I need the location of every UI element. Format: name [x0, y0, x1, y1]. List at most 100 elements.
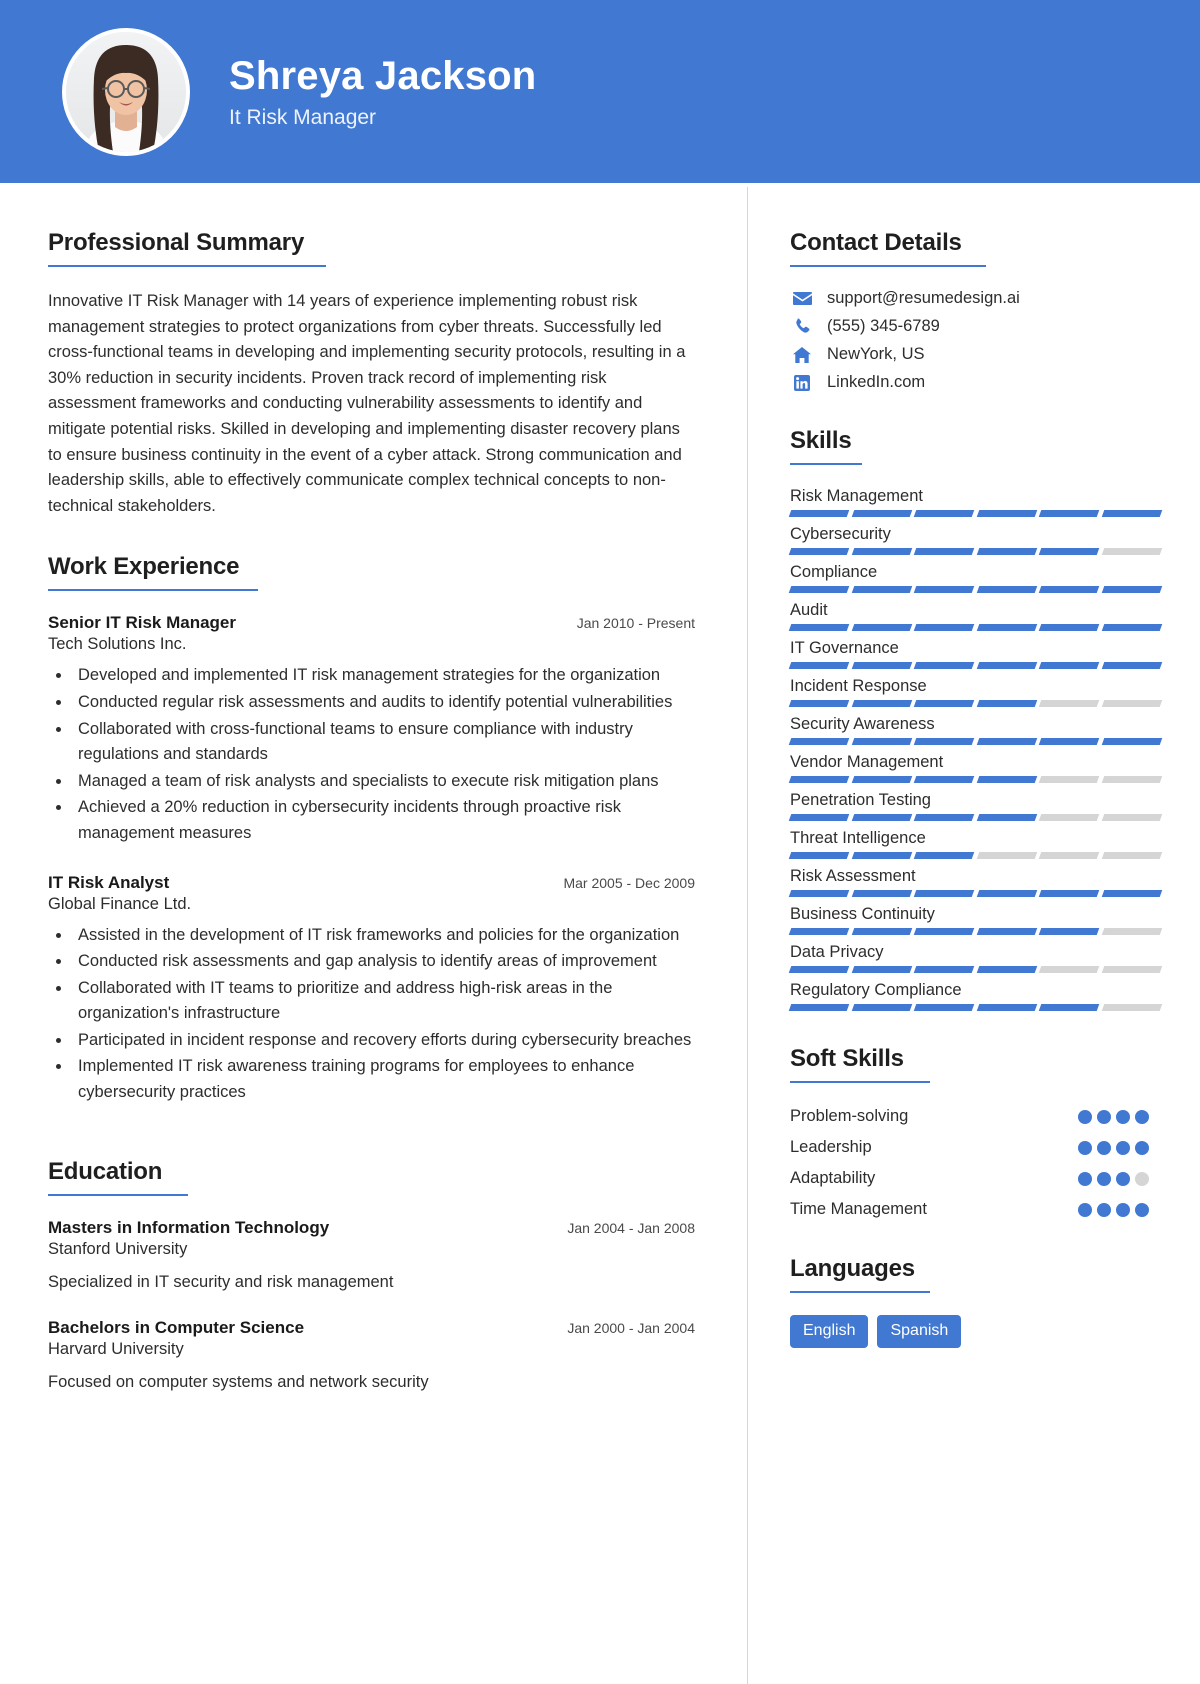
work-organization: Global Finance Ltd. — [48, 894, 192, 913]
skill-name: Cybersecurity — [790, 525, 891, 543]
education-note: Focused on computer systems and network … — [48, 1372, 429, 1391]
education-date: Jan 2004 - Jan 2008 — [567, 1219, 695, 1236]
skill-bar-segment — [851, 1004, 912, 1011]
skill-name: Risk Assessment — [790, 867, 916, 885]
skill-item: Penetration Testing — [788, 791, 1162, 821]
contact-row[interactable]: support@resumedesign.ai — [790, 289, 1160, 308]
work-entry-header: IT Risk Analyst Mar 2005 - Dec 2009 — [48, 873, 695, 893]
skill-bar-segment — [913, 776, 974, 783]
soft-skill-row: Leadership — [790, 1136, 1160, 1158]
skill-bar-segment — [788, 624, 849, 631]
section-title-contact: Contact Details — [790, 229, 962, 256]
professional-summary-section: Professional Summary Innovative IT Risk … — [48, 229, 695, 519]
envelope-icon — [790, 291, 814, 306]
rating-dot — [1135, 1110, 1149, 1124]
soft-skills-list: Problem-solving Leadership Adaptability Tim… — [790, 1105, 1160, 1220]
section-title-summary: Professional Summary — [48, 229, 305, 256]
linkedin-icon — [790, 374, 814, 391]
skill-bar-segment — [913, 966, 974, 973]
section-title-skills: Skills — [790, 427, 852, 454]
avatar — [62, 27, 190, 156]
skill-name: Business Continuity — [790, 905, 935, 923]
soft-skill-rating — [1078, 1136, 1160, 1155]
skill-level-bar — [788, 738, 1162, 745]
skill-bar-segment — [1101, 814, 1162, 821]
contact-row[interactable]: NewYork, US — [790, 345, 1160, 364]
work-bullet: Conducted regular risk assessments and a… — [72, 690, 695, 716]
skill-bar-segment — [976, 624, 1037, 631]
soft-skill-rating — [1078, 1198, 1160, 1217]
section-title-soft-skills: Soft Skills — [790, 1045, 904, 1072]
skill-name: IT Governance — [790, 639, 899, 657]
skill-bar-segment — [1038, 548, 1099, 555]
skill-item: Threat Intelligence — [788, 829, 1162, 859]
skill-item: Risk Management — [788, 487, 1162, 517]
skill-item: Incident Response — [788, 677, 1162, 707]
soft-skill-name: Time Management — [790, 1200, 927, 1218]
skill-bar-segment — [913, 814, 974, 821]
skill-bar-segment — [1038, 776, 1099, 783]
skill-bar-segment — [851, 814, 912, 821]
section-rule — [48, 589, 258, 592]
skill-item: Audit — [788, 601, 1162, 631]
section-rule — [790, 1291, 930, 1293]
skill-item: Business Continuity — [788, 905, 1162, 935]
skill-bar-segment — [976, 662, 1037, 669]
skill-level-bar — [788, 928, 1162, 935]
skill-bar-segment — [1038, 966, 1099, 973]
skill-bar-segment — [851, 662, 912, 669]
skill-level-bar — [788, 1004, 1162, 1011]
skill-bar-segment — [851, 966, 912, 973]
skill-bar-segment — [1038, 852, 1099, 859]
skill-name: Audit — [790, 601, 828, 619]
education-school: Harvard University — [48, 1339, 184, 1358]
skill-bar-segment — [913, 928, 974, 935]
rating-dot — [1135, 1203, 1149, 1217]
skill-item: Regulatory Compliance — [788, 981, 1162, 1011]
rating-dot — [1097, 1110, 1111, 1124]
rating-dot — [1116, 1110, 1130, 1124]
contact-row[interactable]: (555) 345-6789 — [790, 317, 1160, 336]
education-note: Specialized in IT security and risk mana… — [48, 1272, 394, 1291]
soft-skill-row: Time Management — [790, 1198, 1160, 1220]
education-school: Stanford University — [48, 1239, 188, 1258]
candidate-name: Shreya Jackson — [229, 54, 537, 98]
education-degree: Masters in Information Technology — [48, 1217, 330, 1237]
summary-text: Innovative IT Risk Manager with 14 years… — [48, 292, 686, 515]
left-column: Professional Summary Innovative IT Risk … — [0, 183, 747, 1684]
resume-page: Shreya Jackson It Risk Manager Professio… — [0, 0, 1200, 1684]
skill-level-bar — [788, 548, 1162, 555]
work-entry: IT Risk Analyst Mar 2005 - Dec 2009 Global… — [48, 873, 695, 1106]
skill-level-bar — [788, 510, 1162, 517]
skill-name: Threat Intelligence — [790, 829, 926, 847]
resume-body: Professional Summary Innovative IT Risk … — [0, 183, 1200, 1684]
section-rule — [48, 1193, 188, 1196]
education-list: Masters in Information Technology Jan 200… — [48, 1218, 695, 1392]
work-bullet: Managed a team of risk analysts and spec… — [72, 769, 695, 795]
skill-bar-segment — [913, 586, 974, 593]
section-rule — [790, 265, 986, 267]
work-bullet: Implemented IT risk awareness training p… — [72, 1054, 695, 1105]
work-role: Senior IT Risk Manager — [48, 613, 236, 633]
skill-name: Compliance — [790, 563, 878, 581]
candidate-job-title: It Risk Manager — [229, 106, 377, 129]
soft-skill-name: Leadership — [790, 1138, 872, 1156]
education-entry: Bachelors in Computer Science Jan 2000 - … — [48, 1318, 695, 1392]
skill-bar-segment — [1038, 586, 1099, 593]
skill-bar-segment — [1101, 1004, 1162, 1011]
section-rule — [48, 265, 326, 267]
skill-bar-segment — [913, 624, 974, 631]
skill-bar-segment — [788, 966, 849, 973]
skill-name: Penetration Testing — [790, 791, 931, 809]
skill-name: Regulatory Compliance — [790, 981, 962, 999]
rating-dot — [1078, 1172, 1092, 1186]
education-section: Education Masters in Information Technol… — [48, 1158, 695, 1392]
skill-bar-segment — [1038, 928, 1099, 935]
contact-row[interactable]: LinkedIn.com — [790, 373, 1160, 392]
skill-bar-segment — [976, 700, 1037, 707]
work-role: IT Risk Analyst — [48, 872, 170, 892]
contact-details-section: Contact Details support@resumedesign.ai (… — [790, 229, 1160, 392]
